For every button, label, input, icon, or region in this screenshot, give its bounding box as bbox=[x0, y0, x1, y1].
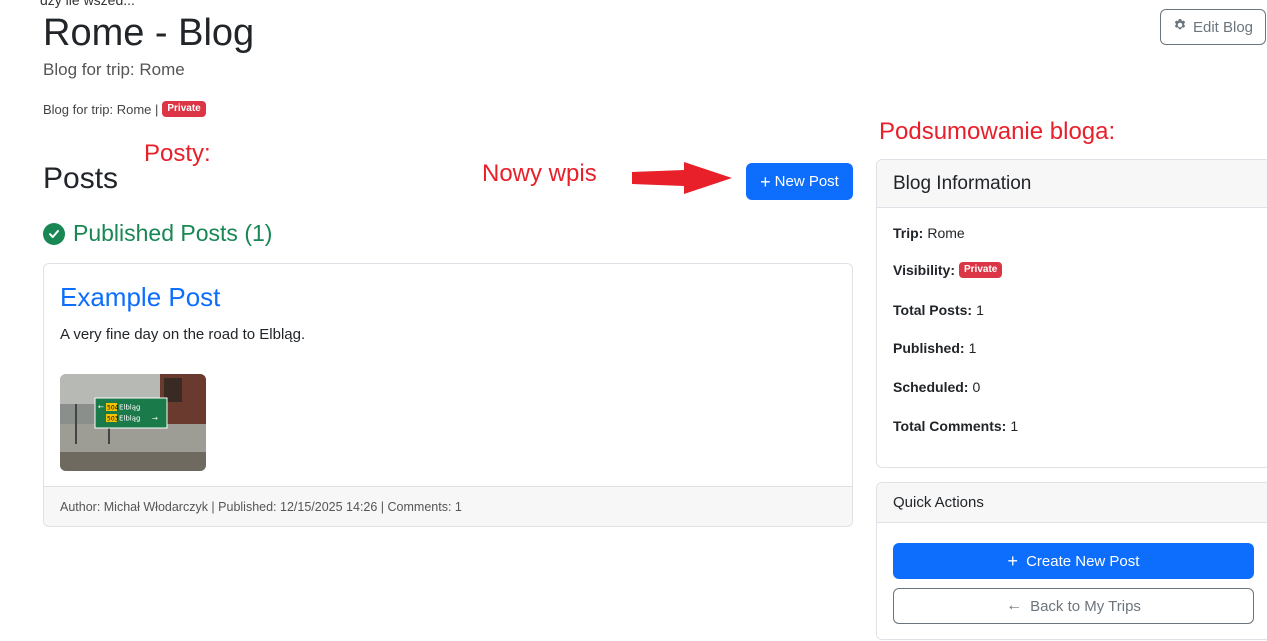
back-to-my-trips-button[interactable]: ← Back to My Trips bbox=[893, 588, 1254, 624]
info-scheduled-value: 0 bbox=[972, 379, 981, 395]
info-visibility-label: Visibility: bbox=[893, 262, 955, 278]
quick-actions-card: Quick Actions + Create New Post ← Back t… bbox=[876, 482, 1267, 640]
cropped-top-text: dzy ile wszed... bbox=[40, 0, 135, 8]
annotation-arrow-icon bbox=[630, 160, 734, 201]
annotation-new-entry: Nowy wpis bbox=[482, 160, 597, 187]
info-scheduled-label: Scheduled: bbox=[893, 379, 969, 395]
info-total-comments-value: 1 bbox=[1010, 418, 1019, 434]
create-new-post-label: Create New Post bbox=[1026, 552, 1140, 570]
post-thumbnail-image[interactable]: ← 504 Elbląg 503 Elbląg → bbox=[60, 374, 206, 471]
blog-information-card: Blog Information Trip: Rome Visibility: … bbox=[876, 159, 1267, 468]
info-visibility-badge: Private bbox=[958, 262, 1003, 278]
info-trip-value: Rome bbox=[927, 225, 965, 241]
annotation-posts: Posty: bbox=[144, 140, 211, 167]
info-scheduled: Scheduled: 0 bbox=[893, 379, 980, 395]
blog-meta-text: Blog for trip: Rome | bbox=[43, 101, 159, 117]
gear-icon bbox=[1173, 18, 1187, 36]
quick-actions-header: Quick Actions bbox=[877, 483, 1267, 523]
create-new-post-button[interactable]: + Create New Post bbox=[893, 543, 1254, 579]
post-footer: Author: Michał Włodarczyk | Published: 1… bbox=[44, 486, 852, 526]
new-post-label: New Post bbox=[774, 173, 839, 190]
post-excerpt: A very fine day on the road to Elbląg. bbox=[60, 326, 306, 343]
blog-information-header: Blog Information bbox=[877, 160, 1267, 208]
blog-meta-line: Blog for trip: Rome | Private bbox=[43, 101, 206, 117]
info-total-posts-label: Total Posts: bbox=[893, 302, 973, 318]
info-total-posts-value: 1 bbox=[976, 302, 984, 318]
info-published-label: Published: bbox=[893, 340, 965, 356]
annotation-summary: Podsumowanie bloga: bbox=[879, 118, 1116, 145]
info-visibility: Visibility: Private bbox=[893, 262, 1003, 278]
info-total-comments: Total Comments: 1 bbox=[893, 418, 1018, 434]
visibility-badge: Private bbox=[162, 101, 206, 117]
sign-destination-1: Elbląg bbox=[119, 404, 141, 412]
published-posts-label: Published Posts (1) bbox=[73, 220, 273, 246]
page-title: Rome - Blog bbox=[43, 12, 255, 54]
info-total-posts: Total Posts: 1 bbox=[893, 302, 984, 318]
back-to-my-trips-label: Back to My Trips bbox=[1030, 597, 1141, 615]
info-published-value: 1 bbox=[968, 340, 977, 356]
plus-icon: + bbox=[760, 171, 771, 192]
sign-road-number-1: 504 bbox=[107, 405, 119, 412]
edit-blog-button[interactable]: Edit Blog bbox=[1160, 9, 1266, 45]
edit-blog-label: Edit Blog bbox=[1192, 18, 1254, 36]
page-subtitle: Blog for trip: Rome bbox=[43, 60, 185, 79]
arrow-left-icon: ← bbox=[1006, 597, 1023, 614]
svg-text:→: → bbox=[152, 415, 158, 423]
sign-road-number-2: 503 bbox=[107, 416, 119, 423]
info-published: Published: 1 bbox=[893, 340, 976, 356]
sign-destination-2: Elbląg bbox=[119, 415, 141, 423]
post-title-link[interactable]: Example Post bbox=[60, 282, 220, 313]
info-trip: Trip: Rome bbox=[893, 225, 965, 241]
info-trip-label: Trip: bbox=[893, 225, 924, 241]
check-circle-icon bbox=[43, 222, 65, 245]
post-card: Example Post A very fine day on the road… bbox=[43, 263, 853, 527]
plus-icon: + bbox=[1007, 551, 1019, 571]
info-total-comments-label: Total Comments: bbox=[893, 418, 1007, 434]
new-post-button[interactable]: + New Post bbox=[746, 163, 853, 200]
published-posts-heading: Published Posts (1) bbox=[43, 220, 272, 247]
svg-text:←: ← bbox=[98, 403, 104, 411]
posts-heading: Posts bbox=[43, 162, 119, 195]
